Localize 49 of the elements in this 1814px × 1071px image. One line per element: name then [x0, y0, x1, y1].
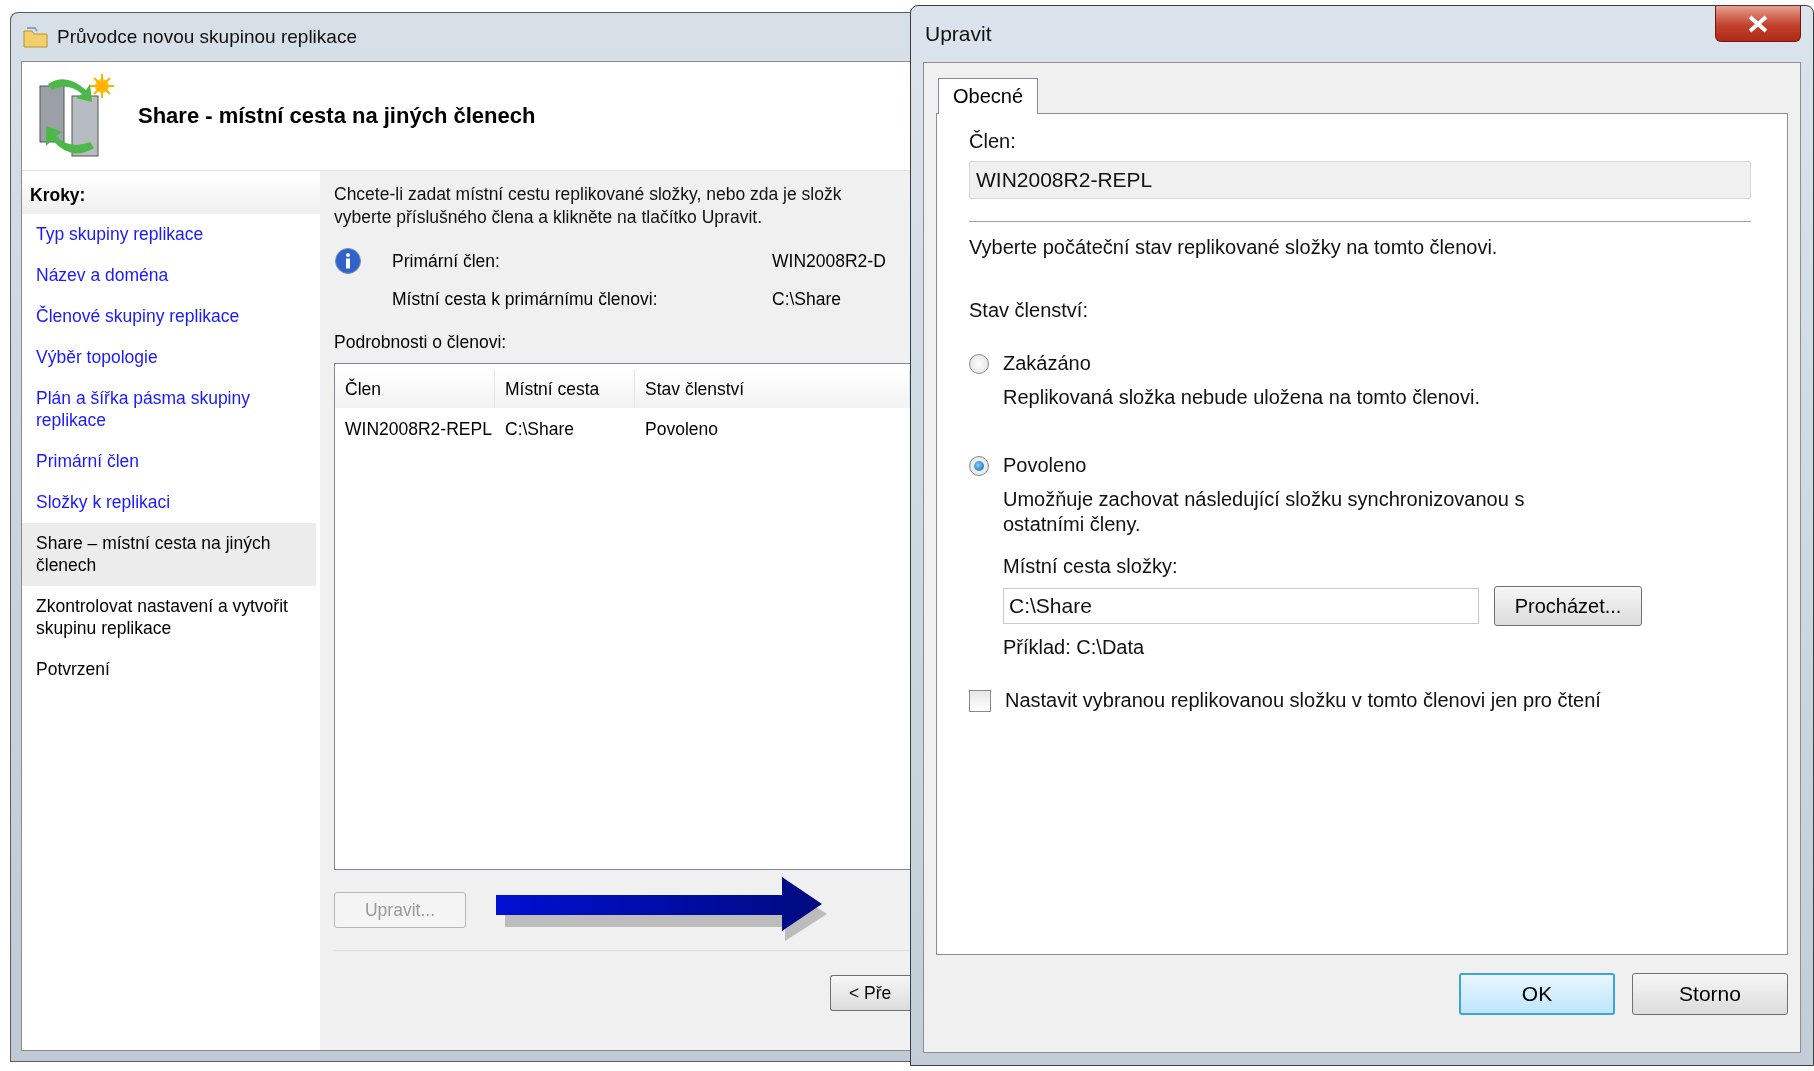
table-cell-text: WIN2008R2-REPL	[344, 417, 493, 441]
page-heading: Share - místní cesta na jiných členech	[138, 103, 536, 129]
option-description: Umožňuje zachovat následující složku synchronizovanou s ostatními členy.	[1003, 487, 1526, 537]
info-label: Primární člen:	[392, 250, 501, 272]
close-button[interactable]	[1715, 6, 1801, 42]
option-description: Replikovaná složka nebude uložena na tomto členovi.	[1003, 385, 1481, 410]
replication-server-icon	[36, 74, 116, 158]
info-label: Místní cesta k primárnímu členovi:	[392, 289, 659, 310]
info-value: WIN2008R2-D	[772, 250, 887, 272]
checkbox-label[interactable]: Nastavit vybranou replikovanou složku v tomto členovi jen pro čtení	[1005, 689, 1601, 712]
step-item[interactable]: Členové skupiny replikace	[22, 296, 320, 337]
info-value: C:\Share	[772, 289, 843, 310]
path-field[interactable]: C:\Share	[1003, 588, 1479, 624]
member-field[interactable]: WIN2008R2-REPL	[969, 161, 1751, 199]
step-item[interactable]: Share – místní cesta na jiných členech	[22, 523, 316, 586]
table-cell-text: C:\Share	[504, 417, 576, 441]
step-item[interactable]: Plán a šířka pásma skupiny replikace	[22, 378, 320, 441]
browse-button[interactable]: Procházet...	[1494, 586, 1642, 626]
column-header[interactable]: Člen	[335, 370, 495, 408]
back-button[interactable]: < Pře	[830, 975, 910, 1011]
option-label[interactable]: Zakázáno	[1003, 352, 1091, 375]
step-item[interactable]: Název a doména	[22, 255, 320, 296]
info-icon	[334, 247, 362, 275]
instruction-text: Chcete-li zadat místní cestu replikované složky, nebo zda je složk vyberte příslušného člena a klikněte na tlačítko Upravit.	[334, 183, 843, 229]
members-label: Podrobnosti o členovi:	[334, 332, 508, 353]
radio-button[interactable]	[969, 353, 989, 374]
table-cell-text: Povoleno	[644, 417, 719, 441]
checkbox[interactable]	[969, 689, 991, 712]
dialog-title: Upravit	[925, 22, 992, 46]
step-item[interactable]: Zkontrolovat nastavení a vytvořit skupinu replikace	[22, 586, 320, 649]
step-item[interactable]: Primární člen	[22, 441, 320, 482]
folder-icon	[23, 26, 49, 48]
radio-button[interactable]	[969, 455, 989, 476]
step-item[interactable]: Složky k replikaci	[22, 482, 320, 523]
option-label[interactable]: Povoleno	[1003, 454, 1087, 477]
column-header[interactable]: Místní cesta	[495, 370, 635, 408]
state-label: Stav členství:	[969, 299, 1089, 322]
member-label: Člen:	[969, 130, 1017, 153]
step-item[interactable]: Typ skupiny replikace	[22, 214, 320, 255]
step-item[interactable]: Výběr topologie	[22, 337, 320, 378]
ok-button[interactable]: OK	[1459, 973, 1615, 1015]
step-item[interactable]: Potvrzení	[22, 649, 320, 690]
general-tab[interactable]: Obecné	[938, 78, 1039, 114]
cancel-button[interactable]: Storno	[1632, 973, 1788, 1015]
close-icon	[1747, 14, 1769, 33]
window-title: Průvodce novou skupinou replikace	[57, 26, 357, 48]
instruction-text: Vyberte počáteční stav replikované složky na tomto členovi.	[969, 236, 1499, 259]
path-label: Místní cesta složky:	[1003, 555, 1179, 578]
example-text: Příklad: C:\Data	[1003, 636, 1146, 659]
